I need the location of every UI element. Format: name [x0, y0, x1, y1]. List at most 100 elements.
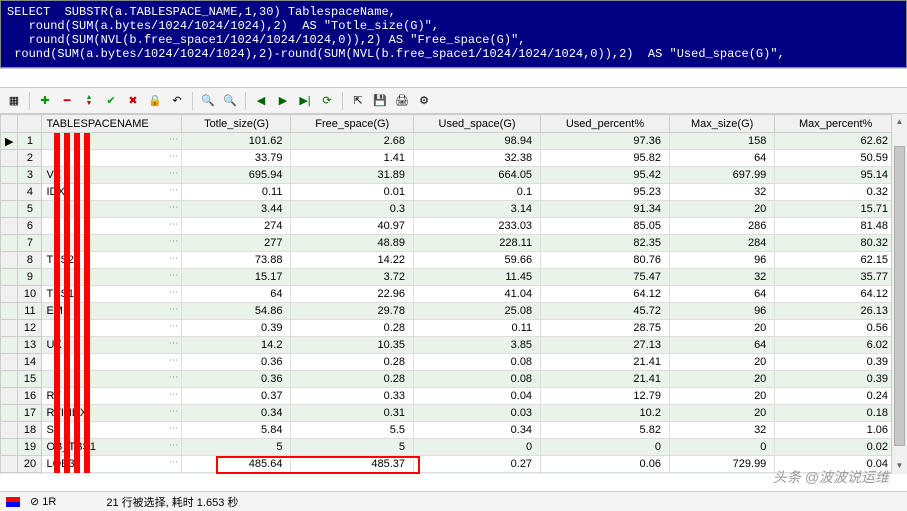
cell-max-percent[interactable]: 0.18: [775, 405, 897, 422]
cell-tablespacename[interactable]: ⋯: [42, 235, 182, 252]
cell-totle-size[interactable]: 3.44: [182, 201, 291, 218]
cell-tablespacename[interactable]: ⋯: [42, 201, 182, 218]
cell-max-size[interactable]: 20: [669, 201, 774, 218]
cell-tablespacename[interactable]: ⋯: [42, 320, 182, 337]
cell-free-space[interactable]: 31.89: [291, 167, 414, 184]
cell-used-percent[interactable]: 95.42: [541, 167, 670, 184]
cell-max-percent[interactable]: 62.62: [775, 133, 897, 150]
cell-max-size[interactable]: 20: [669, 371, 774, 388]
nav-left-icon[interactable]: ◀: [251, 91, 271, 111]
cell-used-space[interactable]: 0.27: [414, 456, 541, 473]
cell-totle-size[interactable]: 101.62: [182, 133, 291, 150]
export-icon[interactable]: ⇱: [348, 91, 368, 111]
cell-used-space[interactable]: 0.11: [414, 320, 541, 337]
cell-totle-size[interactable]: 0.37: [182, 388, 291, 405]
cell-free-space[interactable]: 14.22: [291, 252, 414, 269]
cell-used-space[interactable]: 32.38: [414, 150, 541, 167]
cell-max-percent[interactable]: 95.14: [775, 167, 897, 184]
cell-tablespacename[interactable]: ⋯: [42, 218, 182, 235]
cell-used-space[interactable]: 0: [414, 473, 541, 475]
cell-expand-icon[interactable]: ⋯: [168, 287, 178, 298]
cell-free-space[interactable]: 22.96: [291, 286, 414, 303]
cell-max-size[interactable]: 32: [669, 422, 774, 439]
table-row[interactable]: 17RTINDX⋯0.340.310.0310.2200.18: [1, 405, 907, 422]
cell-used-percent[interactable]: 27.13: [541, 337, 670, 354]
col-tablespacename[interactable]: TABLESPACENAME: [42, 115, 182, 133]
cell-free-space[interactable]: 0.33: [291, 388, 414, 405]
table-row[interactable]: 19OB_TBS1⋯550000.02: [1, 439, 907, 456]
filter-icon[interactable]: 🔍: [220, 91, 240, 111]
cell-used-percent[interactable]: 21.41: [541, 354, 670, 371]
sql-editor[interactable]: SELECT SUBSTR(a.TABLESPACE_NAME,1,30) Ta…: [0, 0, 907, 68]
cell-max-size[interactable]: 96: [669, 252, 774, 269]
pane-divider[interactable]: [0, 68, 907, 88]
cell-expand-icon[interactable]: ⋯: [168, 355, 178, 366]
cell-free-space[interactable]: 2.68: [291, 133, 414, 150]
cell-used-space[interactable]: 0: [414, 439, 541, 456]
cancel-icon[interactable]: ✖: [123, 91, 143, 111]
table-row[interactable]: 8TBS2⋯73.8814.2259.6680.769662.15: [1, 252, 907, 269]
cell-max-size[interactable]: 286: [669, 218, 774, 235]
cell-max-size[interactable]: 32: [669, 269, 774, 286]
cell-max-size[interactable]: 20: [669, 405, 774, 422]
cell-max-size[interactable]: 20: [669, 320, 774, 337]
table-row[interactable]: 6⋯27440.97233.0385.0528681.48: [1, 218, 907, 235]
cell-used-percent[interactable]: 12.79: [541, 388, 670, 405]
cell-totle-size[interactable]: 0.36: [182, 371, 291, 388]
cell-used-space[interactable]: 0.34: [414, 422, 541, 439]
table-row[interactable]: 3VE⋯695.9431.89664.0595.42697.9995.14: [1, 167, 907, 184]
cell-used-percent[interactable]: 91.34: [541, 201, 670, 218]
cell-max-size[interactable]: 20: [669, 354, 774, 371]
nav-right-icon[interactable]: ▶: [273, 91, 293, 111]
table-row[interactable]: 9⋯15.173.7211.4575.473235.77: [1, 269, 907, 286]
cell-used-space[interactable]: 228.11: [414, 235, 541, 252]
cell-used-percent[interactable]: 5.82: [541, 422, 670, 439]
results-grid[interactable]: TABLESPACENAME Totle_size(G) Free_space(…: [0, 114, 907, 474]
cell-used-space[interactable]: 25.08: [414, 303, 541, 320]
cell-used-space[interactable]: 233.03: [414, 218, 541, 235]
cell-free-space[interactable]: 0.28: [291, 320, 414, 337]
cell-max-percent[interactable]: 0.32: [775, 184, 897, 201]
cell-max-size[interactable]: 284: [669, 235, 774, 252]
cell-used-percent[interactable]: 0.06: [541, 456, 670, 473]
cell-max-percent[interactable]: 26.13: [775, 303, 897, 320]
cell-tablespacename[interactable]: EM⋯: [42, 303, 182, 320]
cell-tablespacename[interactable]: JKDB⋯: [42, 473, 182, 475]
cell-used-space[interactable]: 664.05: [414, 167, 541, 184]
cell-used-percent[interactable]: 82.35: [541, 235, 670, 252]
cell-used-percent[interactable]: 10.2: [541, 405, 670, 422]
cell-totle-size[interactable]: 33.79: [182, 150, 291, 167]
cell-expand-icon[interactable]: ⋯: [168, 304, 178, 315]
duplicate-icon[interactable]: ▲▼: [79, 91, 99, 111]
find-icon[interactable]: 🔍: [198, 91, 218, 111]
cell-used-percent[interactable]: 0: [541, 439, 670, 456]
table-row[interactable]: 18S⋯5.845.50.345.82321.06: [1, 422, 907, 439]
cell-expand-icon[interactable]: ⋯: [168, 202, 178, 213]
cell-expand-icon[interactable]: ⋯: [168, 134, 178, 145]
delete-row-icon[interactable]: ━: [57, 91, 77, 111]
cell-totle-size[interactable]: 277: [182, 235, 291, 252]
col-totle-size[interactable]: Totle_size(G): [182, 115, 291, 133]
cell-max-percent[interactable]: 0.56: [775, 320, 897, 337]
cell-totle-size[interactable]: 0.36: [182, 354, 291, 371]
cell-max-size[interactable]: 32: [669, 184, 774, 201]
cell-used-space[interactable]: 0.04: [414, 388, 541, 405]
cell-used-percent[interactable]: 21.41: [541, 371, 670, 388]
col-max-percent[interactable]: Max_percent%: [775, 115, 897, 133]
cell-used-space[interactable]: 3.85: [414, 337, 541, 354]
cell-totle-size[interactable]: 0.39: [182, 320, 291, 337]
cell-max-percent[interactable]: 62.15: [775, 252, 897, 269]
cell-used-space[interactable]: 0.08: [414, 354, 541, 371]
cell-max-size[interactable]: 0: [669, 439, 774, 456]
col-free-space[interactable]: Free_space(G): [291, 115, 414, 133]
cell-used-percent[interactable]: 95.82: [541, 150, 670, 167]
lock-icon[interactable]: 🔒: [145, 91, 165, 111]
save-icon[interactable]: 💾: [370, 91, 390, 111]
cell-used-space[interactable]: 59.66: [414, 252, 541, 269]
cell-free-space[interactable]: 5.5: [291, 422, 414, 439]
cell-totle-size[interactable]: 695.94: [182, 167, 291, 184]
cell-tablespacename[interactable]: ⋯: [42, 371, 182, 388]
cell-max-size[interactable]: 729.99: [669, 456, 774, 473]
cell-free-space[interactable]: 10.35: [291, 337, 414, 354]
cell-tablespacename[interactable]: TBS2⋯: [42, 252, 182, 269]
